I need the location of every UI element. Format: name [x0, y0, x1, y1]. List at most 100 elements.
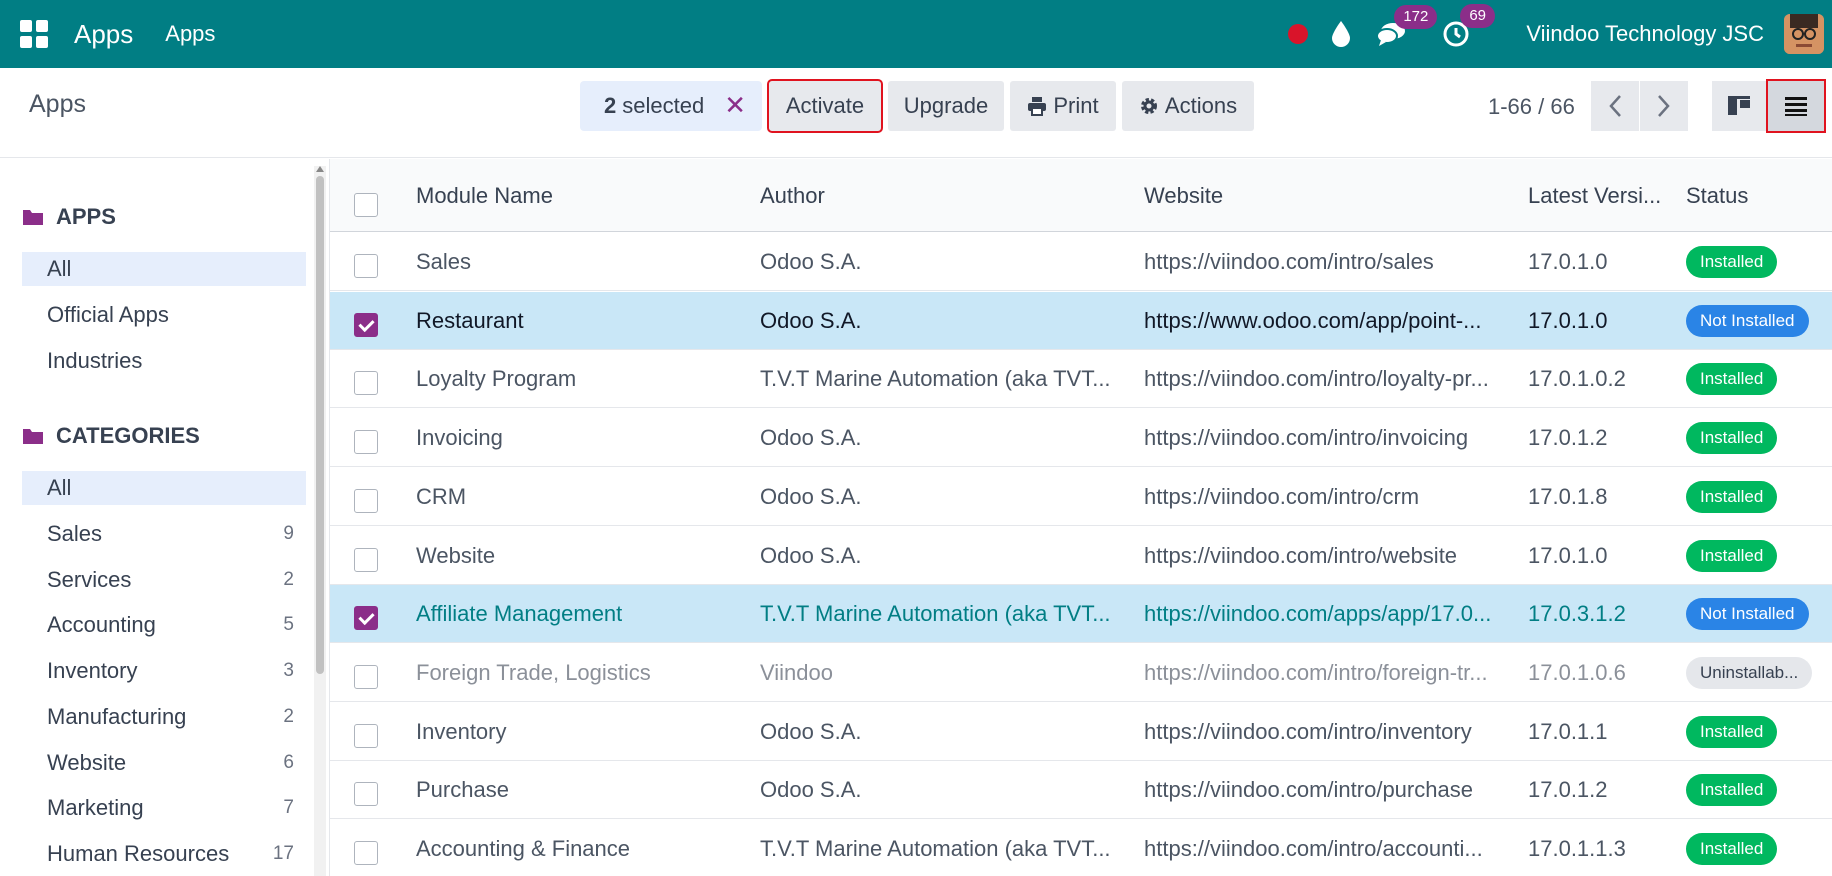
row-checkbox[interactable]	[354, 371, 378, 395]
cell-version: 17.0.1.2	[1528, 777, 1608, 802]
list-view-button[interactable]	[1766, 79, 1826, 133]
pager-next-button[interactable]	[1640, 81, 1688, 131]
status-badge: Installed	[1686, 422, 1778, 454]
gear-icon	[1140, 98, 1157, 114]
activate-button[interactable]: Activate	[767, 79, 883, 133]
row-checkbox[interactable]	[354, 489, 378, 513]
cell-version: 17.0.1.0.2	[1528, 366, 1626, 391]
table-row[interactable]: Invoicing Odoo S.A. https://viindoo.com/in…	[330, 409, 1832, 467]
company-switcher[interactable]: Viindoo Technology JSC	[1526, 21, 1764, 47]
sidebar-category-accounting[interactable]: Accounting 5	[22, 608, 306, 642]
table-row[interactable]: Restaurant Odoo S.A. https://www.odoo.com/…	[330, 292, 1832, 350]
status-badge: Not Installed	[1686, 305, 1809, 337]
column-header-author[interactable]: Author	[760, 183, 825, 209]
cell-website: https://viindoo.com/intro/website	[1144, 543, 1458, 568]
table-row[interactable]: CRM Odoo S.A. https://viindoo.com/intro/cr…	[330, 468, 1832, 526]
unselect-close-icon[interactable]: ✕	[724, 92, 746, 118]
sidebar-category-all[interactable]: All	[22, 471, 306, 505]
table-row[interactable]: Sales Odoo S.A. https://viindoo.com/intro/…	[330, 233, 1832, 291]
sidebar-category-sales[interactable]: Sales 9	[22, 517, 306, 551]
row-checkbox[interactable]	[354, 606, 378, 630]
table-row[interactable]: Inventory Odoo S.A. https://viindoo.com/in…	[330, 703, 1832, 761]
table-row[interactable]: Website Odoo S.A. https://viindoo.com/intr…	[330, 527, 1832, 585]
activate-label: Activate	[785, 93, 865, 118]
pager-value[interactable]: 1-66 / 66	[1488, 94, 1575, 120]
row-checkbox[interactable]	[354, 430, 378, 454]
cell-version: 17.0.1.2	[1528, 425, 1608, 450]
sidebar-item-all-apps[interactable]: All	[22, 252, 306, 286]
print-label: Print	[1053, 93, 1099, 118]
app-brand[interactable]: Apps	[74, 19, 133, 50]
top-navbar: Apps Apps 172 69 Viindoo Technology JSC	[0, 0, 1832, 68]
cell-author: Odoo S.A.	[760, 308, 862, 333]
table-row[interactable]: Accounting & Finance T.V.T Marine Automat…	[330, 820, 1832, 876]
row-checkbox[interactable]	[354, 313, 378, 337]
water-drop-icon[interactable]	[1330, 20, 1352, 48]
selected-count: 2	[604, 93, 617, 118]
actions-button[interactable]: Actions	[1122, 81, 1254, 131]
pager-previous-button[interactable]	[1591, 81, 1639, 131]
column-header-module-name[interactable]: Module Name	[416, 183, 553, 209]
column-header-latest-version[interactable]: Latest Versi...	[1528, 183, 1661, 209]
status-badge: Installed	[1686, 774, 1778, 806]
print-button[interactable]: Print	[1010, 81, 1116, 131]
sidebar-category-website[interactable]: Website 6	[22, 746, 306, 780]
upgrade-label: Upgrade	[903, 93, 989, 118]
column-header-status[interactable]: Status	[1686, 183, 1748, 209]
row-checkbox[interactable]	[354, 548, 378, 572]
cell-name: Affiliate Management	[416, 601, 623, 626]
sidebar-category-marketing[interactable]: Marketing 7	[22, 791, 306, 825]
row-checkbox[interactable]	[354, 724, 378, 748]
cell-website: https://viindoo.com/intro/foreign-tr...	[1144, 660, 1488, 685]
cell-author: Odoo S.A.	[760, 249, 862, 274]
cell-author: T.V.T Marine Automation (aka TVT...	[760, 601, 1111, 626]
row-checkbox[interactable]	[354, 841, 378, 865]
sidebar-scroll-thumb[interactable]	[316, 176, 324, 674]
sidebar-item-label: Industries	[47, 348, 143, 373]
table-row[interactable]: Purchase Odoo S.A. https://viindoo.com/int…	[330, 761, 1832, 819]
sidebar-category-human-resources[interactable]: Human Resources 17	[22, 837, 306, 871]
nav-menu-apps[interactable]: Apps	[165, 21, 215, 47]
cell-version: 17.0.1.0	[1528, 249, 1608, 274]
column-header-website[interactable]: Website	[1144, 183, 1223, 209]
category-count: 17	[272, 843, 294, 864]
apps-section-label: APPS	[56, 204, 116, 229]
table-row[interactable]: Loyalty Program T.V.T Marine Automation (…	[330, 350, 1832, 408]
activity-badge: 69	[1460, 4, 1495, 28]
kanban-view-button[interactable]	[1712, 81, 1766, 131]
cell-version: 17.0.1.0.6	[1528, 660, 1626, 685]
record-icon[interactable]	[1288, 24, 1309, 44]
cell-author: Odoo S.A.	[760, 484, 862, 509]
cell-version: 17.0.1.1.3	[1528, 836, 1626, 861]
avatar-face-icon	[1784, 14, 1824, 54]
sidebar-category-manufacturing[interactable]: Manufacturing 2	[22, 700, 306, 734]
list-view-icon	[1785, 97, 1807, 116]
sidebar-item-label: Manufacturing	[47, 704, 187, 729]
categories-section-label: CATEGORIES	[56, 423, 200, 448]
table-row[interactable]: Foreign Trade, Logistics Viindoo https://v…	[330, 644, 1832, 702]
cell-name: CRM	[416, 484, 467, 509]
messaging-menu[interactable]: 172	[1376, 5, 1438, 47]
sidebar-category-inventory[interactable]: Inventory 3	[22, 654, 306, 688]
table-header: Module Name Author Website Latest Versi.…	[330, 159, 1832, 232]
category-count: 5	[283, 614, 294, 635]
scroll-up-arrow-icon[interactable]	[316, 166, 324, 172]
sidebar-item-official-apps[interactable]: Official Apps	[22, 298, 306, 332]
upgrade-button[interactable]: Upgrade	[888, 81, 1004, 131]
sidebar-category-services[interactable]: Services 2	[22, 563, 306, 597]
table-row[interactable]: Affiliate Management T.V.T Marine Automat…	[330, 585, 1832, 643]
user-avatar[interactable]	[1784, 14, 1824, 54]
cell-version: 17.0.3.1.2	[1528, 601, 1626, 626]
row-checkbox[interactable]	[354, 254, 378, 278]
cell-website: https://viindoo.com/intro/purchase	[1144, 777, 1473, 802]
activity-menu[interactable]: 69	[1442, 4, 1495, 48]
cell-website: https://viindoo.com/intro/invoicing	[1144, 425, 1469, 450]
row-checkbox[interactable]	[354, 782, 378, 806]
sidebar-item-industries[interactable]: Industries	[22, 344, 306, 378]
app-menu-icon[interactable]	[20, 20, 48, 48]
folder-icon	[23, 210, 43, 225]
categories-section-title: CATEGORIES	[22, 423, 200, 449]
sidebar-item-label: All	[47, 475, 72, 500]
select-all-checkbox[interactable]	[354, 193, 378, 217]
row-checkbox[interactable]	[354, 665, 378, 689]
